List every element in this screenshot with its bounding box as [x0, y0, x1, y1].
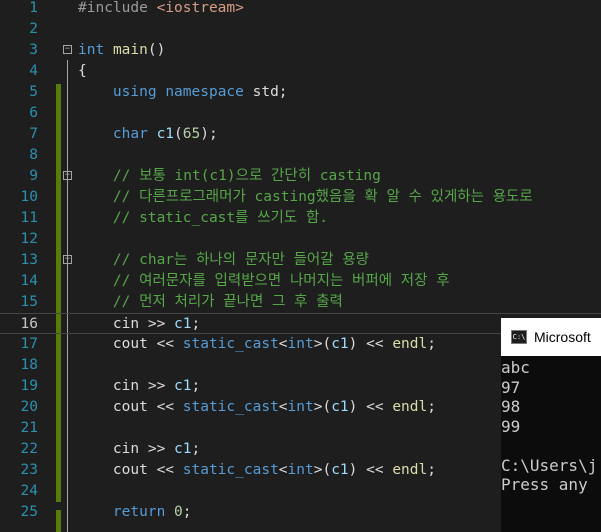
console-output-line: C:\Users\j: [501, 455, 598, 475]
console-titlebar[interactable]: C:\ Microsoft: [501, 318, 601, 356]
line-number: 14: [20, 273, 38, 289]
code-text: // 보통 int(c1)으로 간단히 casting: [78, 168, 381, 184]
line-number: 12: [20, 231, 38, 247]
code-text: // 여러문자를 입력받으면 나머지는 버퍼에 저장 후: [78, 273, 450, 289]
code-text: cout << static_cast<int>(c1) << endl;: [78, 399, 436, 415]
code-text: char c1(65);: [112, 126, 218, 142]
code-text: cin >> c1;: [78, 441, 201, 457]
console-output-line: 97: [501, 377, 521, 397]
code-line[interactable]: 2: [0, 19, 601, 40]
code-line[interactable]: 13 − // char는 하나의 문자만 들어갈 용량: [0, 250, 601, 271]
line-number: 15: [20, 294, 38, 310]
code-line[interactable]: 15 // 먼저 처리가 끝나면 그 후 출력: [0, 292, 601, 313]
console-output-line: abc: [501, 358, 530, 377]
code-text: cin >> c1;: [78, 378, 201, 394]
code-text: return 0;: [112, 504, 192, 520]
line-number: 24: [20, 483, 38, 499]
console-output: abc 97 98 99 C:\Users\j Press any: [501, 356, 601, 495]
line-number: 4: [29, 63, 38, 79]
code-line[interactable]: 7 char c1(65);: [0, 124, 601, 145]
code-text: int main(): [78, 42, 166, 58]
line-number: 3: [29, 42, 38, 58]
code-line[interactable]: 4{: [0, 61, 601, 82]
line-number: 18: [20, 357, 38, 373]
line-number: 5: [29, 84, 38, 100]
line-number: 16: [20, 316, 38, 332]
console-output-line: 99: [501, 416, 521, 436]
code-text: // 먼저 처리가 끝나면 그 후 출력: [78, 294, 343, 310]
line-number: 13: [20, 252, 38, 268]
code-text: // static_cast를 쓰기도 함.: [78, 210, 329, 226]
code-text: #include <iostream>: [78, 0, 244, 16]
line-number: 2: [29, 21, 38, 37]
line-number: 19: [20, 378, 38, 394]
console-app-icon: C:\: [511, 330, 527, 344]
line-number: 20: [20, 399, 38, 415]
code-line[interactable]: 5 using namespace std;: [0, 82, 601, 103]
line-number: 25: [20, 504, 38, 520]
code-line[interactable]: 9 − // 보통 int(c1)으로 간단히 casting: [0, 166, 601, 187]
code-line[interactable]: 1 #include <iostream>: [0, 0, 601, 19]
console-output-line: Press any: [501, 475, 588, 494]
line-number: 23: [20, 462, 38, 478]
line-number: 21: [20, 420, 38, 436]
minus-box-icon[interactable]: −: [63, 171, 72, 180]
code-line[interactable]: 14 // 여러문자를 입력받으면 나머지는 버퍼에 저장 후: [0, 271, 601, 292]
line-number: 8: [29, 147, 38, 163]
code-text: cout << static_cast<int>(c1) << endl;: [78, 336, 436, 352]
line-number: 17: [20, 336, 38, 352]
code-line[interactable]: 8: [0, 145, 601, 166]
line-number: 7: [29, 126, 38, 142]
code-line[interactable]: 11 // static_cast를 쓰기도 함.: [0, 208, 601, 229]
minus-box-icon[interactable]: −: [63, 45, 72, 54]
line-number: 6: [29, 105, 38, 121]
code-line[interactable]: 10 // 다른프로그래머가 casting했음을 확 알 수 있게하는 용도로: [0, 187, 601, 208]
code-line[interactable]: 3 − int main(): [0, 40, 601, 61]
line-number: 1: [29, 0, 38, 16]
console-output-line: 98: [501, 397, 521, 416]
code-line[interactable]: 6: [0, 103, 601, 124]
line-number: 11: [20, 210, 38, 226]
console-window[interactable]: C:\ Microsoft abc 97 98 99 C:\Users\j Press …: [501, 318, 601, 532]
line-number: 10: [20, 189, 38, 205]
code-text: cin >> c1;: [78, 316, 201, 332]
code-line[interactable]: 12: [0, 229, 601, 250]
code-text: using namespace std;: [112, 84, 288, 100]
code-text: cout << static_cast<int>(c1) << endl;: [78, 462, 436, 478]
line-number: 9: [29, 168, 38, 184]
console-title: Microsoft: [534, 329, 591, 345]
minus-box-icon[interactable]: −: [63, 255, 72, 264]
line-number: 22: [20, 441, 38, 457]
code-text: {: [78, 63, 87, 79]
code-text: // 다른프로그래머가 casting했음을 확 알 수 있게하는 용도로: [78, 189, 533, 205]
code-text: // char는 하나의 문자만 들어갈 용량: [78, 252, 370, 268]
